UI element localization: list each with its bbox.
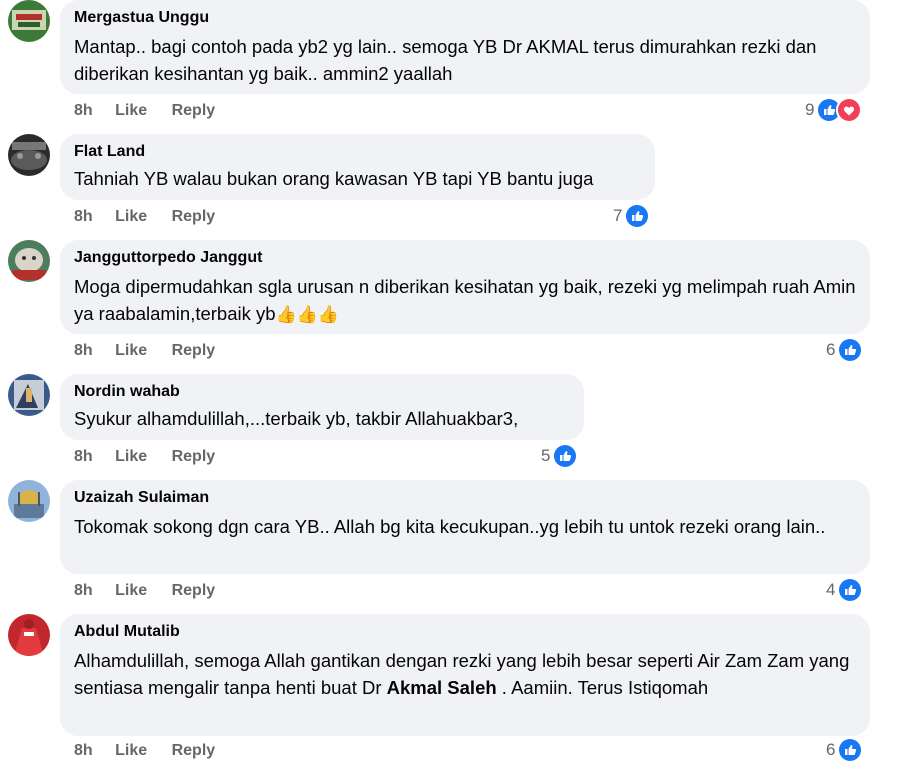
reaction-count: 9 bbox=[805, 100, 815, 119]
comment-actions: 8h Like Reply bbox=[74, 447, 235, 467]
avatar[interactable] bbox=[8, 240, 50, 282]
like-icon bbox=[837, 577, 864, 603]
comment-timestamp[interactable]: 8h bbox=[74, 342, 93, 359]
reaction-count: 4 bbox=[826, 580, 836, 599]
comment-author[interactable]: Jangguttorpedo Janggut bbox=[74, 248, 856, 268]
comment-text: Tahniah YB walau bukan orang kawasan YB … bbox=[74, 168, 594, 189]
comment-text: Tokomak sokong dgn cara YB.. Allah bg ki… bbox=[74, 516, 826, 537]
comment-timestamp[interactable]: 8h bbox=[74, 448, 93, 465]
comment-text-after: . Aamiin. Terus Istiqomah bbox=[496, 677, 709, 698]
avatar[interactable] bbox=[8, 614, 50, 656]
comment-actions: 8h Like Reply bbox=[74, 581, 235, 601]
comment-thread: Mergastua Unggu Mantap.. bagi contoh pad… bbox=[0, 0, 898, 770]
comment-author[interactable]: Mergastua Unggu bbox=[74, 8, 856, 28]
like-button[interactable]: Like bbox=[115, 208, 147, 225]
reply-button[interactable]: Reply bbox=[172, 208, 216, 225]
comment-text: Mantap.. bagi contoh pada yb2 yg lain.. … bbox=[74, 36, 817, 84]
like-icon bbox=[552, 443, 579, 469]
comment-bubble: Jangguttorpedo Janggut Moga dipermudahka… bbox=[60, 240, 870, 334]
reaction-summary[interactable]: 7 bbox=[613, 203, 651, 229]
comment-bubble: Flat Land Tahniah YB walau bukan orang k… bbox=[60, 134, 655, 200]
comment-bubble: Nordin wahab Syukur alhamdulillah,...ter… bbox=[60, 374, 584, 440]
reply-button[interactable]: Reply bbox=[172, 582, 216, 599]
reply-button[interactable]: Reply bbox=[172, 102, 216, 119]
comment-author[interactable]: Nordin wahab bbox=[74, 382, 570, 402]
reaction-count: 6 bbox=[826, 340, 836, 359]
reply-button[interactable]: Reply bbox=[172, 742, 216, 759]
reaction-summary[interactable]: 9 bbox=[805, 97, 863, 123]
comment-timestamp[interactable]: 8h bbox=[74, 208, 93, 225]
avatar[interactable] bbox=[8, 134, 50, 176]
reply-button[interactable]: Reply bbox=[172, 448, 216, 465]
comment-author[interactable]: Uzaizah Sulaiman bbox=[74, 488, 856, 508]
avatar[interactable] bbox=[8, 0, 50, 42]
avatar[interactable] bbox=[8, 480, 50, 522]
reaction-count: 7 bbox=[613, 206, 623, 225]
comment-text: Alhamdulillah, semoga Allah gantikan den… bbox=[74, 647, 856, 701]
love-icon bbox=[836, 97, 863, 123]
like-button[interactable]: Like bbox=[115, 342, 147, 359]
comment-timestamp[interactable]: 8h bbox=[74, 742, 93, 759]
comment-text: Moga dipermudahkan sgla urusan n diberik… bbox=[74, 273, 856, 328]
comment-actions: 8h Like Reply bbox=[74, 341, 235, 361]
comment-actions: 8h Like Reply bbox=[74, 207, 235, 227]
comment-text-body: Moga dipermudahkan sgla urusan n diberik… bbox=[74, 276, 856, 324]
comment-timestamp[interactable]: 8h bbox=[74, 102, 93, 119]
comment-actions: 8h Like Reply bbox=[74, 741, 235, 761]
reaction-count: 6 bbox=[826, 740, 836, 759]
like-icon bbox=[624, 203, 651, 229]
comment-bubble: Mergastua Unggu Mantap.. bagi contoh pad… bbox=[60, 0, 870, 94]
like-button[interactable]: Like bbox=[115, 742, 147, 759]
like-button[interactable]: Like bbox=[115, 102, 147, 119]
comment-actions: 8h Like Reply bbox=[74, 101, 235, 121]
avatar[interactable] bbox=[8, 374, 50, 416]
comment-timestamp[interactable]: 8h bbox=[74, 582, 93, 599]
reaction-summary[interactable]: 6 bbox=[826, 337, 864, 363]
thumbs-up-emoji: 👍👍👍 bbox=[275, 305, 340, 324]
reaction-summary[interactable]: 4 bbox=[826, 577, 864, 603]
comment-author[interactable]: Abdul Mutalib bbox=[74, 622, 856, 642]
comment-bubble: Abdul Mutalib Alhamdulillah, semoga Alla… bbox=[60, 614, 870, 736]
comment-text: Syukur alhamdulillah,...terbaik yb, takb… bbox=[74, 408, 519, 429]
reaction-summary[interactable]: 5 bbox=[541, 443, 579, 469]
reaction-count: 5 bbox=[541, 446, 551, 465]
reaction-summary[interactable]: 6 bbox=[826, 737, 864, 763]
comment-bubble: Uzaizah Sulaiman Tokomak sokong dgn cara… bbox=[60, 480, 870, 574]
like-button[interactable]: Like bbox=[115, 448, 147, 465]
reply-button[interactable]: Reply bbox=[172, 342, 216, 359]
tagged-person-link[interactable]: Akmal Saleh bbox=[387, 677, 497, 698]
like-icon bbox=[837, 337, 864, 363]
like-icon bbox=[837, 737, 864, 763]
like-button[interactable]: Like bbox=[115, 582, 147, 599]
comment-author[interactable]: Flat Land bbox=[74, 142, 641, 162]
